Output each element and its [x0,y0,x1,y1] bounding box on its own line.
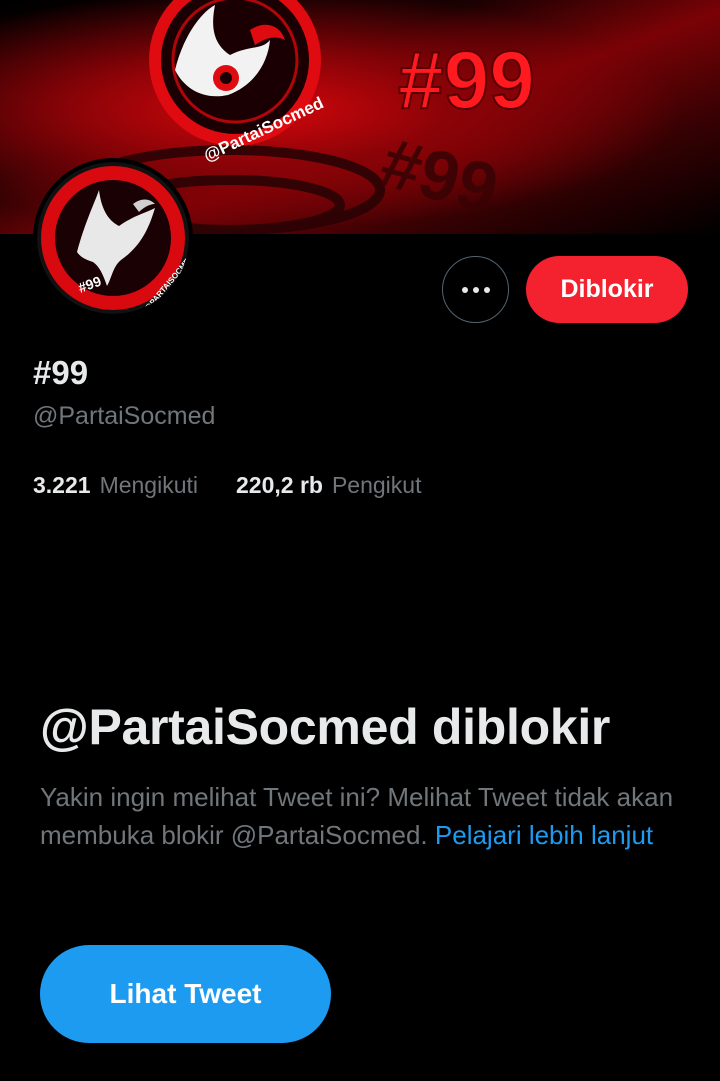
blocked-notice-title: @PartaiSocmed diblokir [40,699,611,755]
following-count: 3.221 [33,472,91,498]
avatar-image: #99 @PARTAISOCMED [37,162,189,314]
more-horizontal-icon [459,286,492,293]
profile-stats: 3.221 Mengikuti 220,2 rb Pengikut [33,472,421,499]
followers-count: 220,2 rb [236,472,323,498]
view-tweets-button[interactable]: Lihat Tweet [40,945,331,1043]
avatar[interactable]: #99 @PARTAISOCMED [33,158,193,318]
banner-hashtag: #99 [398,35,535,126]
display-name: #99 [33,354,89,391]
blocked-notice-description: Yakin ingin melihat Tweet ini? Melihat T… [40,778,680,854]
more-options-button[interactable] [442,256,509,323]
followers-label: Pengikut [331,472,422,498]
profile-handle: @PartaiSocmed [33,402,216,430]
following-label: Mengikuti [99,472,198,498]
followers-stat[interactable]: 220,2 rb Pengikut [236,472,421,499]
svg-text:#99: #99 [373,123,506,229]
blocked-button[interactable]: Diblokir [526,256,688,323]
learn-more-link[interactable]: Pelajari lebih lanjut [435,820,653,850]
following-stat[interactable]: 3.221 Mengikuti [33,472,198,499]
